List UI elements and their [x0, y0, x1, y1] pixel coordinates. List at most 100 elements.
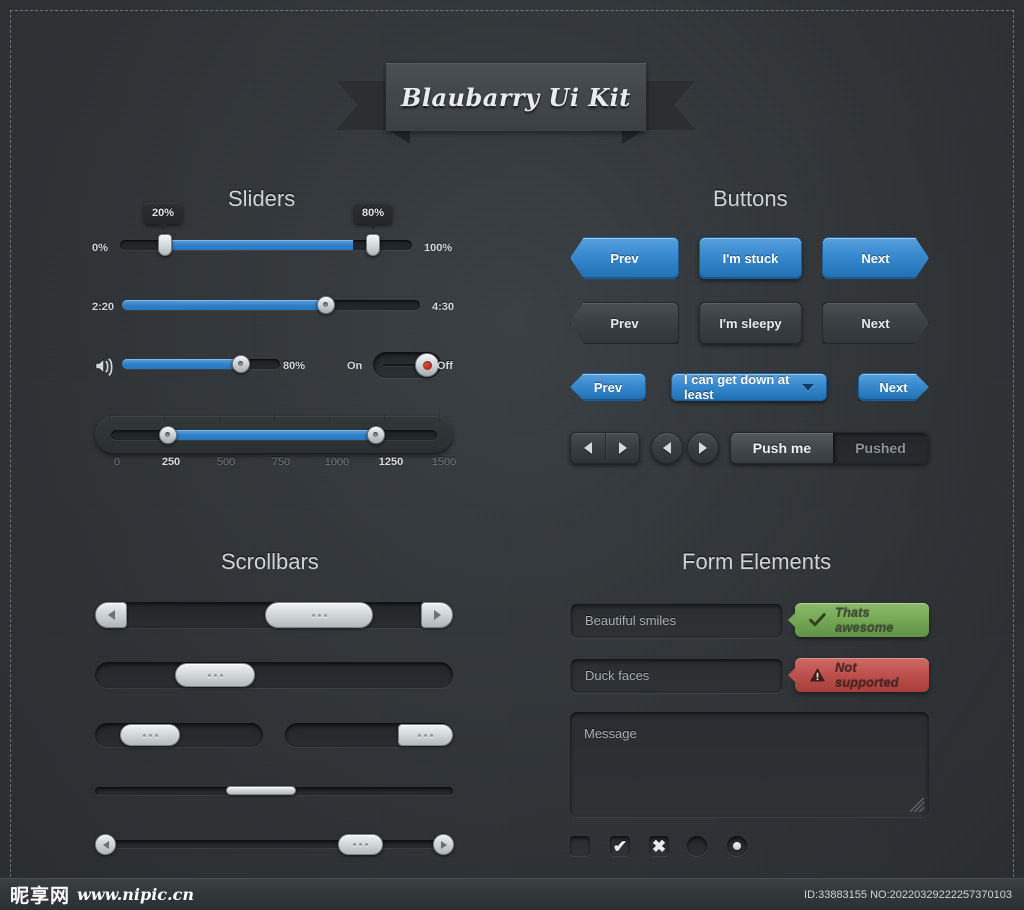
- button-next-small[interactable]: Next: [858, 373, 929, 401]
- prev-arrow-icon: [107, 610, 115, 620]
- slider-volume-track[interactable]: [122, 359, 280, 369]
- error-bubble: Not supported: [788, 658, 929, 692]
- section-title-scrollbars: Scrollbars: [221, 549, 319, 574]
- warning-icon: [809, 667, 826, 683]
- success-bubble: Thats awesome: [788, 603, 929, 637]
- stepper-next-button[interactable]: [605, 433, 639, 463]
- slider-range-handle-high[interactable]: [366, 234, 380, 256]
- ribbon-fold-left: [388, 130, 410, 144]
- site-url: www.nipic.cn: [77, 885, 194, 904]
- scale-tick-1500: 1500: [431, 456, 457, 468]
- volume-icon: [95, 358, 113, 376]
- slider-scaled-panel: [95, 415, 453, 454]
- prev-arrow-icon: [663, 442, 671, 454]
- button-prev-blue[interactable]: Prev: [570, 237, 679, 279]
- slider-volume-fill: [122, 359, 244, 369]
- button-label: Next: [879, 379, 908, 395]
- scrollbar-2-trough[interactable]: [95, 662, 453, 688]
- push-me-button[interactable]: Push me: [731, 433, 833, 463]
- toggle-switch[interactable]: [373, 352, 441, 378]
- next-arrow-icon: [618, 442, 627, 454]
- circle-next-button[interactable]: [687, 432, 719, 464]
- slider-range-min-label: 0%: [92, 242, 108, 254]
- slider-scaled-fill: [168, 430, 380, 440]
- text-input-1[interactable]: Beautiful smiles: [570, 603, 783, 638]
- grip-dots-icon: [353, 843, 368, 846]
- button-im-stuck[interactable]: I'm stuck: [699, 237, 802, 279]
- push-toggle-group[interactable]: Push me Pushed: [730, 432, 929, 464]
- scrollbar-6-left-arrow[interactable]: [95, 834, 116, 855]
- button-im-sleepy[interactable]: I'm sleepy: [699, 302, 802, 344]
- checkbox-crossed[interactable]: ✖: [649, 836, 669, 856]
- checkbox-check-glyph: ✔: [612, 836, 628, 856]
- slider-time-handle[interactable]: [317, 296, 335, 314]
- slider-scaled-scale: 0 250 500 750 1000 1250 1500: [111, 456, 456, 472]
- button-next-blue[interactable]: Next: [822, 237, 929, 279]
- section-title-buttons: Buttons: [713, 186, 788, 211]
- scale-tick-750: 750: [271, 456, 291, 468]
- button-label: Next: [861, 315, 890, 331]
- scale-tick-250: 250: [161, 456, 181, 468]
- slider-range-max-label: 100%: [424, 242, 453, 254]
- scrollbar-1-left-arrow[interactable]: [95, 602, 127, 628]
- toggle-knob[interactable]: [415, 353, 439, 377]
- scale-tick-1000: 1000: [324, 456, 350, 468]
- slider-range-fill: [168, 240, 353, 250]
- checkbox-empty[interactable]: [570, 836, 590, 856]
- circle-prev-button[interactable]: [651, 432, 683, 464]
- asset-id-text: ID:33883155 NO:20220329222257370103: [804, 888, 1012, 901]
- button-label: Prev: [593, 379, 623, 395]
- slider-time-track[interactable]: [122, 300, 420, 310]
- pushed-button[interactable]: Pushed: [832, 433, 928, 463]
- toggle-knob-dot: [422, 360, 432, 370]
- scrollbar-1-right-arrow[interactable]: [421, 602, 453, 628]
- ribbon-face: Blaubarry Ui Kit: [386, 63, 646, 131]
- checkbox-cross-glyph: ✖: [651, 836, 667, 856]
- toggle-track-line: [383, 364, 417, 366]
- success-bubble-text: Thats awesome: [835, 605, 894, 635]
- scrollbar-2-thumb[interactable]: [175, 663, 255, 687]
- slider-scaled-handle-low[interactable]: [159, 426, 177, 444]
- scrollbar-1-thumb[interactable]: [265, 602, 373, 628]
- radio-selected-dot: [733, 842, 741, 850]
- scrollbar-5-thumb[interactable]: [226, 786, 296, 795]
- radio-empty[interactable]: [687, 836, 707, 856]
- scrollbar-6-thumb[interactable]: [338, 834, 383, 855]
- site-logo: 昵享网: [10, 885, 71, 907]
- stepper-segmented[interactable]: [570, 432, 640, 464]
- button-prev-dark[interactable]: Prev: [570, 302, 679, 344]
- scrollbar-6-right-arrow[interactable]: [433, 834, 454, 855]
- button-label: Prev: [610, 250, 639, 266]
- button-next-dark[interactable]: Next: [822, 302, 929, 344]
- slider-range-handle-low[interactable]: [158, 234, 172, 256]
- scale-tick-0: 0: [113, 456, 121, 468]
- message-textarea-placeholder: Message: [584, 726, 637, 741]
- toggle-off-label: Off: [437, 360, 453, 372]
- slider-time-min-label: 2:20: [92, 301, 115, 313]
- slider-scaled-handle-high[interactable]: [367, 426, 385, 444]
- stepper-prev-button[interactable]: [571, 433, 605, 463]
- error-bubble-text: Not supported: [835, 660, 899, 690]
- dropdown-select[interactable]: I can get down at least: [671, 372, 827, 402]
- slider-scaled-ticks: [109, 415, 440, 421]
- slider-volume-handle[interactable]: [232, 355, 250, 373]
- scale-tick-1250: 1250: [378, 456, 404, 468]
- radio-selected[interactable]: [727, 836, 747, 856]
- slider-range-tooltip-high: 80%: [354, 203, 393, 230]
- button-prev-small[interactable]: Prev: [570, 373, 646, 401]
- button-label: I'm stuck: [722, 250, 779, 266]
- message-textarea[interactable]: Message: [570, 712, 929, 817]
- chevron-down-icon: [802, 383, 814, 391]
- text-input-2-value: Duck faces: [585, 668, 650, 683]
- page-title: Blaubarry Ui Kit: [401, 82, 631, 112]
- check-icon: [809, 613, 826, 627]
- checkbox-checked[interactable]: ✔: [610, 836, 630, 856]
- resize-handle-icon[interactable]: [910, 798, 924, 812]
- scrollbar-3-thumb[interactable]: [120, 724, 180, 746]
- scrollbar-6-trough[interactable]: [95, 840, 453, 848]
- prev-arrow-icon: [584, 442, 592, 454]
- scrollbar-4-thumb[interactable]: [398, 724, 453, 746]
- button-label: Next: [861, 250, 890, 266]
- text-input-2[interactable]: Duck faces: [570, 658, 783, 693]
- scale-tick-500: 500: [216, 456, 236, 468]
